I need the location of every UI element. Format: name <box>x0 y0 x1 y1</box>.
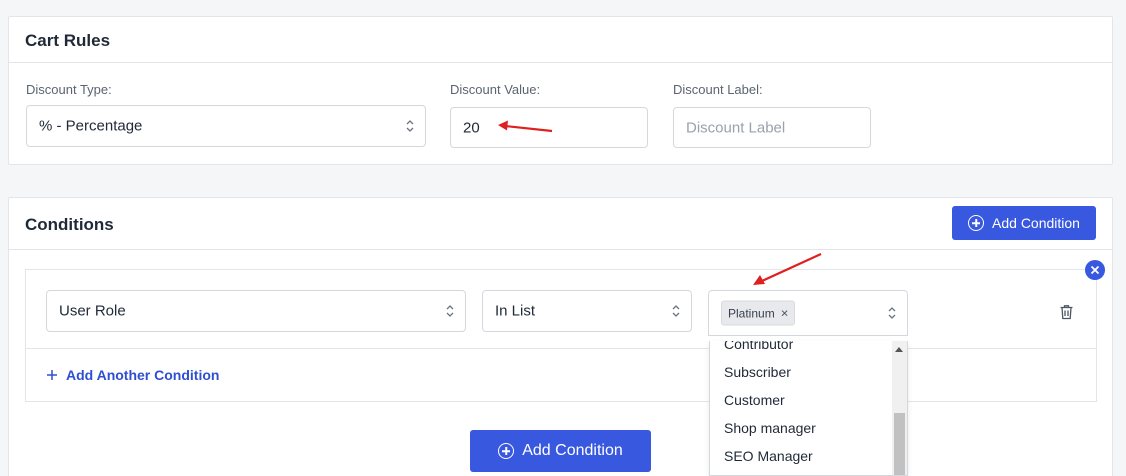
tag-remove-icon[interactable]: × <box>781 306 789 321</box>
dropdown-option[interactable]: Subscriber <box>724 364 791 380</box>
discount-label-label: Discount Label: <box>673 82 763 97</box>
select-updown-icon <box>888 307 896 319</box>
plus-icon <box>47 370 57 380</box>
add-another-condition-label: Add Another Condition <box>66 367 220 383</box>
select-updown-icon <box>672 305 680 317</box>
condition-group-divider <box>26 348 1096 349</box>
plus-circle-icon <box>498 443 515 459</box>
select-updown-icon <box>446 305 454 317</box>
dropdown-option[interactable]: Customer <box>724 392 785 408</box>
dropdown-option[interactable]: Shop manager <box>724 420 816 436</box>
role-options-dropdown: Contributor Subscriber Customer Shop man… <box>709 341 908 476</box>
discount-label-placeholder: Discount Label <box>686 119 786 136</box>
dropdown-option[interactable]: Contributor <box>724 341 793 352</box>
add-condition-label-bottom: Add Condition <box>522 442 623 459</box>
condition-operator-select[interactable]: In List <box>482 290 692 332</box>
discount-value-text: 20 <box>463 119 480 136</box>
dropdown-scrollbar[interactable] <box>892 341 907 475</box>
dropdown-option[interactable]: SEO Manager <box>724 448 813 464</box>
scroll-up-arrow-icon[interactable] <box>895 347 903 352</box>
annotation-arrow-icon <box>498 120 553 133</box>
discount-type-label: Discount Type: <box>26 82 112 97</box>
cart-rules-panel: Cart Rules Discount Type: % - Percentage… <box>8 16 1113 165</box>
annotation-arrow-icon <box>753 252 822 285</box>
scrollbar-thumb[interactable] <box>894 413 905 475</box>
discount-label-input[interactable]: Discount Label <box>673 107 871 148</box>
condition-values-multiselect[interactable]: Platinum × <box>708 290 908 336</box>
cart-rules-header: Cart Rules <box>9 17 1112 63</box>
discount-type-select[interactable]: % - Percentage <box>26 105 426 147</box>
trash-icon[interactable] <box>1059 304 1074 320</box>
discount-type-value: % - Percentage <box>39 117 143 135</box>
selected-tag: Platinum × <box>721 300 796 326</box>
remove-group-close-icon[interactable] <box>1085 260 1105 280</box>
conditions-title: Conditions <box>25 215 114 234</box>
condition-field-select[interactable]: User Role <box>46 290 466 332</box>
conditions-header: Conditions Add Condition <box>9 198 1112 250</box>
select-updown-icon <box>406 120 414 132</box>
plus-circle-icon <box>968 215 985 231</box>
add-another-condition-link[interactable]: Add Another Condition <box>46 367 219 383</box>
selected-tag-label: Platinum <box>728 306 775 320</box>
add-condition-button-bottom[interactable]: Add Condition <box>470 430 651 472</box>
cart-rules-title: Cart Rules <box>25 31 111 50</box>
condition-operator-value: In List <box>495 302 536 320</box>
add-condition-label-top: Add Condition <box>992 215 1080 231</box>
condition-field-value: User Role <box>59 302 126 320</box>
add-condition-button-top[interactable]: Add Condition <box>952 206 1096 240</box>
discount-value-label: Discount Value: <box>450 82 541 97</box>
